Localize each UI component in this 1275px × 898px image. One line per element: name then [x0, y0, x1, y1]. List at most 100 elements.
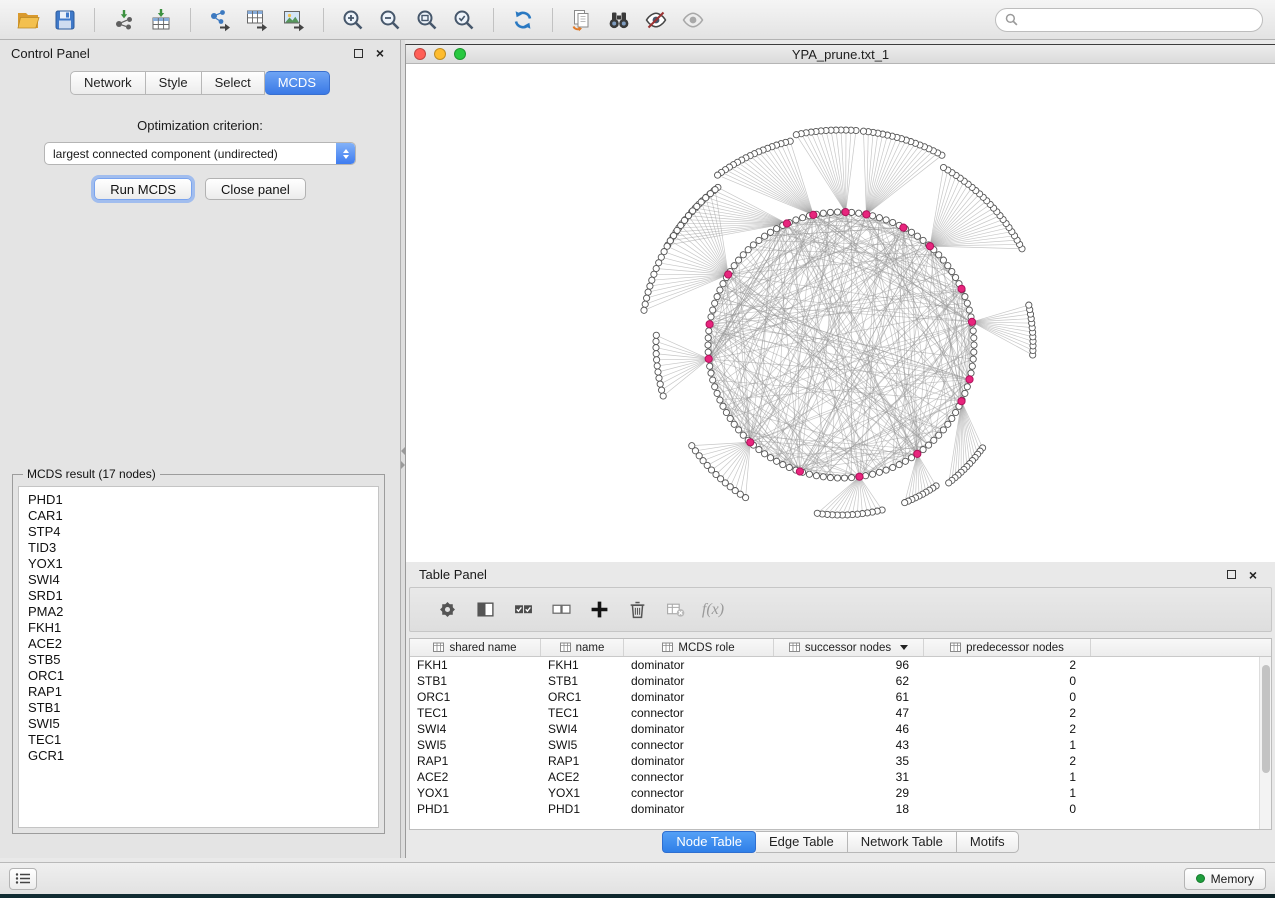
network-node[interactable]: [653, 351, 659, 357]
mcds-result-item[interactable]: TID3: [28, 540, 369, 556]
mcds-result-list[interactable]: PHD1CAR1STP4TID3YOX1SWI4SRD1PMA2FKH1ACE2…: [18, 486, 379, 828]
network-hub-node[interactable]: [842, 209, 849, 216]
delete-table-button[interactable]: [656, 594, 694, 626]
close-table-panel-button[interactable]: ×: [1244, 567, 1262, 583]
mcds-result-item[interactable]: STP4: [28, 524, 369, 540]
minimize-window-button[interactable]: [434, 48, 446, 60]
network-node[interactable]: [876, 215, 882, 221]
network-node[interactable]: [653, 265, 659, 271]
network-node[interactable]: [902, 500, 908, 506]
import-table-button[interactable]: [145, 5, 177, 35]
export-image-button[interactable]: [278, 5, 310, 35]
column-header-shared-name[interactable]: shared name: [410, 639, 541, 656]
mcds-result-item[interactable]: TEC1: [28, 732, 369, 748]
close-panel-button[interactable]: Close panel: [205, 178, 306, 200]
network-node[interactable]: [720, 281, 726, 287]
network-hub-node[interactable]: [706, 321, 713, 328]
network-node[interactable]: [945, 421, 951, 427]
network-node[interactable]: [914, 233, 920, 239]
network-node[interactable]: [793, 132, 799, 138]
tab-edge-table[interactable]: Edge Table: [756, 831, 848, 853]
network-node[interactable]: [883, 467, 889, 473]
network-node[interactable]: [820, 474, 826, 480]
network-node[interactable]: [964, 384, 970, 390]
network-node[interactable]: [966, 307, 972, 313]
network-node[interactable]: [953, 274, 959, 280]
export-table-button[interactable]: [241, 5, 273, 35]
mcds-result-item[interactable]: GCR1: [28, 748, 369, 764]
network-node[interactable]: [860, 128, 866, 134]
float-panel-button[interactable]: [349, 45, 367, 61]
network-node[interactable]: [940, 257, 946, 263]
network-node[interactable]: [971, 349, 977, 355]
network-node[interactable]: [962, 390, 968, 396]
table-row[interactable]: RAP1RAP1dominator352: [410, 753, 1271, 769]
network-node[interactable]: [780, 462, 786, 468]
table-row[interactable]: TEC1TEC1connector472: [410, 705, 1271, 721]
search-box[interactable]: [995, 8, 1263, 32]
network-node[interactable]: [645, 289, 651, 295]
table-row[interactable]: PHD1PHD1dominator180: [410, 801, 1271, 817]
mcds-result-item[interactable]: ORC1: [28, 668, 369, 684]
network-node[interactable]: [653, 332, 659, 338]
network-node[interactable]: [740, 432, 746, 438]
network-node[interactable]: [969, 363, 975, 369]
network-node[interactable]: [1026, 302, 1032, 308]
table-row[interactable]: SWI5SWI5connector431: [410, 737, 1271, 753]
hide-annotations-button[interactable]: [640, 5, 672, 35]
show-graphics-button[interactable]: [677, 5, 709, 35]
network-node[interactable]: [705, 349, 711, 355]
network-node[interactable]: [920, 447, 926, 453]
network-node[interactable]: [708, 314, 714, 320]
network-node[interactable]: [653, 338, 659, 344]
network-node[interactable]: [970, 328, 976, 334]
network-hub-node[interactable]: [747, 439, 754, 446]
network-hub-node[interactable]: [966, 376, 973, 383]
mcds-result-item[interactable]: CAR1: [28, 508, 369, 524]
close-control-panel-button[interactable]: ×: [371, 45, 389, 61]
network-node[interactable]: [774, 226, 780, 232]
network-node[interactable]: [962, 294, 968, 300]
network-node[interactable]: [946, 480, 952, 486]
network-node[interactable]: [736, 257, 742, 263]
export-network-button[interactable]: [204, 5, 236, 35]
select-all-columns-button[interactable]: [504, 594, 542, 626]
table-row[interactable]: ACE2ACE2connector311: [410, 769, 1271, 785]
network-node[interactable]: [714, 294, 720, 300]
network-node[interactable]: [949, 268, 955, 274]
network-node[interactable]: [731, 421, 737, 427]
network-node[interactable]: [654, 357, 660, 363]
network-node[interactable]: [689, 443, 695, 449]
network-node[interactable]: [834, 209, 840, 215]
network-node[interactable]: [902, 458, 908, 464]
mcds-result-item[interactable]: PMA2: [28, 604, 369, 620]
network-node[interactable]: [841, 475, 847, 481]
network-node[interactable]: [931, 437, 937, 443]
zoom-selected-button[interactable]: [448, 5, 480, 35]
network-node[interactable]: [731, 263, 737, 269]
zoom-in-button[interactable]: [337, 5, 369, 35]
table-row[interactable]: ORC1ORC1dominator610: [410, 689, 1271, 705]
tab-style[interactable]: Style: [146, 71, 202, 95]
network-node[interactable]: [940, 164, 946, 170]
network-node[interactable]: [653, 345, 659, 351]
network-node[interactable]: [945, 263, 951, 269]
mcds-result-item[interactable]: FKH1: [28, 620, 369, 636]
network-node[interactable]: [767, 229, 773, 235]
search-network-button[interactable]: [603, 5, 635, 35]
tab-network-table[interactable]: Network Table: [848, 831, 957, 853]
network-hub-node[interactable]: [725, 271, 732, 278]
delete-column-button[interactable]: [618, 594, 656, 626]
network-hub-node[interactable]: [958, 285, 965, 292]
network-hub-node[interactable]: [783, 220, 790, 227]
maximize-window-button[interactable]: [454, 48, 466, 60]
network-hub-node[interactable]: [796, 468, 803, 475]
network-hub-node[interactable]: [914, 450, 921, 457]
network-node[interactable]: [890, 464, 896, 470]
deselect-all-columns-button[interactable]: [542, 594, 580, 626]
network-node[interactable]: [706, 328, 712, 334]
network-node[interactable]: [717, 287, 723, 293]
column-header-name[interactable]: name: [541, 639, 624, 656]
network-node[interactable]: [659, 387, 665, 393]
network-node[interactable]: [971, 342, 977, 348]
